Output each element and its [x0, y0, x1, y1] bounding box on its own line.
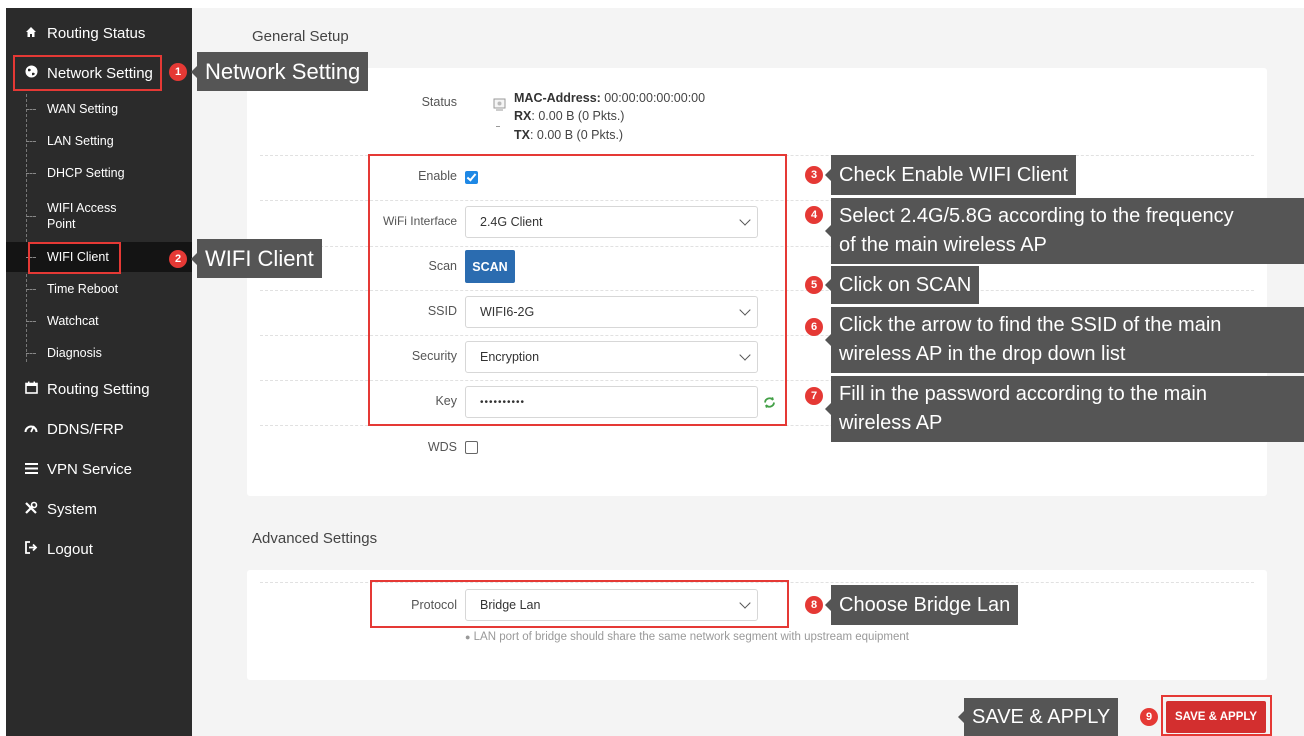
protocol-hint: ● LAN port of bridge should share the sa… — [465, 631, 909, 643]
nav-watchcat-label: Watchcat — [47, 314, 99, 328]
gauge-icon — [22, 422, 40, 437]
highlight-wifi-fields — [368, 154, 787, 426]
callout-key: Fill in the password according to the ma… — [825, 376, 1304, 442]
nav-wifi-access-point-label: WIFI Access Point — [47, 201, 117, 231]
badge-2: 2 — [169, 250, 187, 268]
highlight-wifi-client — [28, 242, 121, 274]
sidebar: Routing Status Network Setting WAN Setti… — [6, 8, 192, 736]
home-icon — [22, 26, 40, 41]
wds-label: WDS — [427, 440, 457, 454]
nav-ddns-frp-label: DDNS/FRP — [47, 420, 124, 438]
tx-line: TX: 0.00 B (0 Pkts.) — [514, 127, 623, 144]
highlight-protocol — [370, 580, 789, 628]
rx-value: : 0.00 B (0 Pkts.) — [531, 109, 625, 123]
callout-protocol: Choose Bridge Lan — [824, 585, 1019, 625]
callout-network-setting: Network Setting — [190, 52, 369, 91]
badge-1: 1 — [169, 63, 187, 81]
badge-9: 9 — [1140, 708, 1158, 726]
nav-vpn-service[interactable]: VPN Service — [6, 452, 192, 486]
callout-wifi-interface-line1: Select 2.4G/5.8G according to the freque… — [839, 205, 1234, 227]
badge-7: 7 — [805, 387, 823, 405]
nav-wifi-access-point[interactable]: WIFI Access Point — [6, 196, 192, 236]
nav-time-reboot[interactable]: Time Reboot — [6, 274, 192, 304]
nav-system-label: System — [47, 500, 98, 518]
callout-wifi-interface-line2: of the main wireless AP — [839, 234, 1047, 256]
nav-wan-setting[interactable]: WAN Setting — [6, 94, 192, 124]
rx-line: RX: 0.00 B (0 Pkts.) — [514, 108, 624, 125]
nav-lan-setting[interactable]: LAN Setting — [6, 126, 192, 156]
nav-logout-label: Logout — [47, 540, 93, 558]
badge-4: 4 — [805, 206, 823, 224]
callout-key-line1: Fill in the password according to the ma… — [839, 383, 1207, 405]
nav-logout[interactable]: Logout — [6, 532, 192, 566]
tx-value: : 0.00 B (0 Pkts.) — [529, 128, 624, 142]
mac-label: MAC-Address: — [514, 91, 601, 105]
advanced-settings-title: Advanced Settings — [252, 530, 378, 547]
nav-wan-setting-label: WAN Setting — [47, 102, 119, 116]
callout-scan: Click on SCAN — [824, 266, 980, 304]
badge-6: 6 — [805, 318, 823, 336]
callout-ssid-line1: Click the arrow to find the SSID of the … — [839, 314, 1222, 336]
wifi-device-icon — [492, 97, 508, 116]
nav-time-reboot-label: Time Reboot — [47, 282, 119, 296]
nav-system[interactable]: System — [6, 492, 192, 526]
badge-3: 3 — [805, 166, 823, 184]
tx-label: TX — [514, 128, 530, 142]
mac-address-line: MAC-Address: 00:00:00:00:00:00 — [514, 90, 705, 107]
callout-wifi-interface: Select 2.4G/5.8G according to the freque… — [825, 198, 1304, 264]
wds-checkbox[interactable] — [465, 441, 478, 454]
callout-enable: Check Enable WIFI Client — [825, 155, 1076, 195]
nav-ddns-frp[interactable]: DDNS/FRP — [6, 412, 192, 446]
tools-icon — [22, 501, 40, 518]
nav-diagnosis[interactable]: Diagnosis — [6, 338, 192, 368]
nav-diagnosis-label: Diagnosis — [47, 346, 102, 360]
nav-routing-setting[interactable]: Routing Setting — [6, 372, 192, 406]
callout-ssid-line2: wireless AP in the drop down list — [839, 343, 1126, 365]
nav-dhcp-setting-label: DHCP Setting — [47, 166, 125, 180]
info-icon: ● — [465, 632, 471, 642]
nav-vpn-service-label: VPN Service — [47, 460, 133, 478]
nav-dhcp-setting[interactable]: DHCP Setting — [6, 158, 192, 188]
callout-wifi-client: WIFI Client — [191, 239, 322, 278]
calendar-icon — [22, 381, 40, 397]
nav-routing-status-label: Routing Status — [47, 24, 146, 42]
highlight-save-apply — [1161, 695, 1272, 736]
callout-key-line2: wireless AP — [839, 412, 943, 434]
callout-ssid: Click the arrow to find the SSID of the … — [825, 307, 1304, 373]
rx-label: RX — [514, 109, 532, 123]
status-dash — [496, 126, 500, 127]
nav-routing-setting-label: Routing Setting — [47, 380, 150, 398]
logout-icon — [22, 541, 40, 557]
badge-5: 5 — [805, 276, 823, 294]
badge-8: 8 — [805, 596, 823, 614]
callout-save-apply: SAVE & APPLY — [957, 698, 1119, 736]
status-label: Status — [421, 95, 457, 109]
nav-routing-status[interactable]: Routing Status — [6, 16, 192, 50]
highlight-network-setting — [13, 55, 162, 91]
nav-lan-setting-label: LAN Setting — [47, 134, 114, 148]
protocol-hint-text: LAN port of bridge should share the same… — [473, 631, 909, 643]
general-setup-title: General Setup — [252, 28, 349, 45]
mac-value: 00:00:00:00:00:00 — [604, 91, 706, 105]
nav-watchcat[interactable]: Watchcat — [6, 306, 192, 336]
list-icon — [22, 462, 40, 477]
